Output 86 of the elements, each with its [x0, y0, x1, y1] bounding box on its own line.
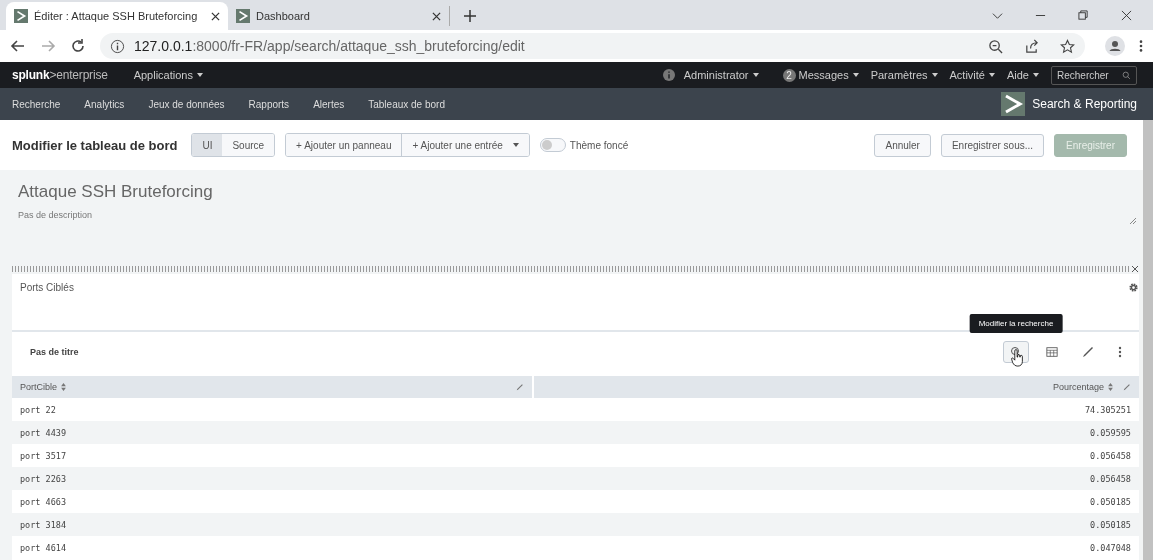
caret-icon[interactable]	[1033, 73, 1039, 77]
panel-title[interactable]: Ports Ciblés	[20, 282, 74, 293]
search-icon	[1122, 70, 1131, 80]
zoom-out-icon[interactable]	[988, 38, 1003, 54]
top-menu[interactable]: Messages	[798, 69, 849, 81]
browser-tab[interactable]: Éditer : Attaque SSH Bruteforcing	[6, 2, 228, 30]
table-cell: port 4663	[20, 496, 67, 507]
top-menu[interactable]: Administrator	[683, 69, 749, 81]
top-menu[interactable]: Aide	[1006, 69, 1029, 81]
info-icon	[662, 69, 675, 81]
element-title[interactable]: Pas de titre	[30, 347, 79, 357]
more-icon[interactable]	[1139, 39, 1143, 53]
close-icon[interactable]	[1131, 265, 1139, 273]
table-cell: 0.059595	[1090, 427, 1131, 438]
close-icon[interactable]	[432, 11, 441, 21]
sort-icon[interactable]	[1108, 383, 1113, 391]
table-cell: 0.047048	[1090, 542, 1131, 553]
caret-icon[interactable]	[988, 73, 995, 77]
top-menu[interactable]: Paramètres	[870, 69, 928, 81]
scrollbar[interactable]	[1143, 120, 1153, 560]
mode-tab[interactable]: Source	[222, 134, 275, 156]
app-name[interactable]: Search & Reporting	[1032, 97, 1137, 111]
hand-cursor-icon	[1011, 349, 1024, 367]
app-nav-item[interactable]: Tableaux de bord	[368, 98, 445, 110]
top-menu[interactable]: Activité	[949, 69, 985, 81]
back-icon[interactable]	[10, 38, 26, 54]
message-count: 2	[782, 68, 796, 82]
pencil-icon[interactable]	[1123, 383, 1131, 391]
profile-icon[interactable]	[1105, 36, 1125, 56]
more-icon[interactable]	[1118, 346, 1122, 358]
prompt-icon	[236, 9, 250, 23]
info-icon	[110, 38, 125, 54]
chevron-down-icon[interactable]	[992, 10, 1003, 21]
close-icon[interactable]	[1121, 10, 1132, 21]
browser-tab[interactable]: Dashboard	[228, 6, 450, 26]
action-button[interactable]: Annuler	[874, 133, 931, 157]
star-icon[interactable]	[1060, 38, 1075, 54]
table-cell: 0.056458	[1090, 450, 1131, 461]
caret-icon[interactable]	[197, 73, 203, 77]
column-header[interactable]: Pourcentage	[1052, 382, 1104, 392]
table-cell: 74.305251	[1084, 404, 1131, 415]
search-field[interactable]: Rechercher	[1051, 65, 1137, 85]
table-cell: 0.050185	[1090, 519, 1131, 530]
caret-icon[interactable]	[512, 143, 519, 147]
caret-icon[interactable]	[931, 73, 938, 77]
app-nav-item[interactable]: Recherche	[12, 98, 61, 110]
close-icon[interactable]	[211, 11, 220, 21]
drag-handle[interactable]	[12, 266, 1130, 272]
settings-icon[interactable]	[1128, 282, 1139, 293]
apps-menu[interactable]: Applications	[133, 69, 193, 81]
new-tab-icon[interactable]	[464, 10, 476, 22]
share-icon[interactable]	[1024, 38, 1039, 54]
table-icon[interactable]	[1046, 346, 1058, 358]
app-nav-item[interactable]: Rapports	[248, 98, 290, 110]
reload-icon[interactable]	[70, 38, 86, 54]
dashboard-description[interactable]: Pas de description	[18, 210, 1135, 220]
toggle-switch[interactable]	[539, 138, 566, 152]
table-cell: port 4439	[20, 427, 67, 438]
toggle-label: Thème foncé	[569, 139, 629, 151]
pencil-icon[interactable]	[515, 383, 524, 391]
edit-title: Modifier le tableau de bord	[12, 137, 178, 153]
table-cell: port 22	[20, 404, 56, 415]
table-cell: 0.056458	[1090, 473, 1131, 484]
address-bar[interactable]: 127.0.0.1:8000/fr-FR/app/search/attaque_ssh_bruteforcing/edit	[100, 33, 1085, 59]
table-cell: port 3184	[20, 519, 67, 530]
prompt-icon	[14, 9, 28, 23]
caret-icon[interactable]	[852, 73, 859, 77]
resize-handle-icon[interactable]	[1129, 217, 1137, 225]
caret-icon[interactable]	[752, 73, 759, 77]
column-header[interactable]: PortCible	[20, 382, 57, 392]
restore-icon[interactable]	[1078, 10, 1089, 21]
splunk-logo[interactable]: splunk>enterprise	[12, 68, 108, 82]
dashboard-title[interactable]: Attaque SSH Bruteforcing	[18, 182, 1135, 202]
tooltip: Modifier la recherche	[969, 314, 1063, 333]
table-cell: port 2263	[20, 473, 67, 484]
table-cell: port 3517	[20, 450, 67, 461]
pencil-icon[interactable]	[1082, 346, 1094, 358]
prompt-icon	[1001, 92, 1026, 116]
app-nav-item[interactable]: Alertes	[313, 98, 345, 110]
action-button[interactable]: Enregistrer sous...	[940, 133, 1045, 157]
app-nav-item[interactable]: Analytics	[84, 98, 125, 110]
table-cell: port 4614	[20, 542, 67, 553]
app-nav-item[interactable]: Jeux de données	[148, 98, 225, 110]
sort-icon[interactable]	[61, 383, 66, 391]
mode-tab[interactable]: UI	[192, 134, 223, 156]
table-cell: 0.050185	[1090, 496, 1131, 507]
